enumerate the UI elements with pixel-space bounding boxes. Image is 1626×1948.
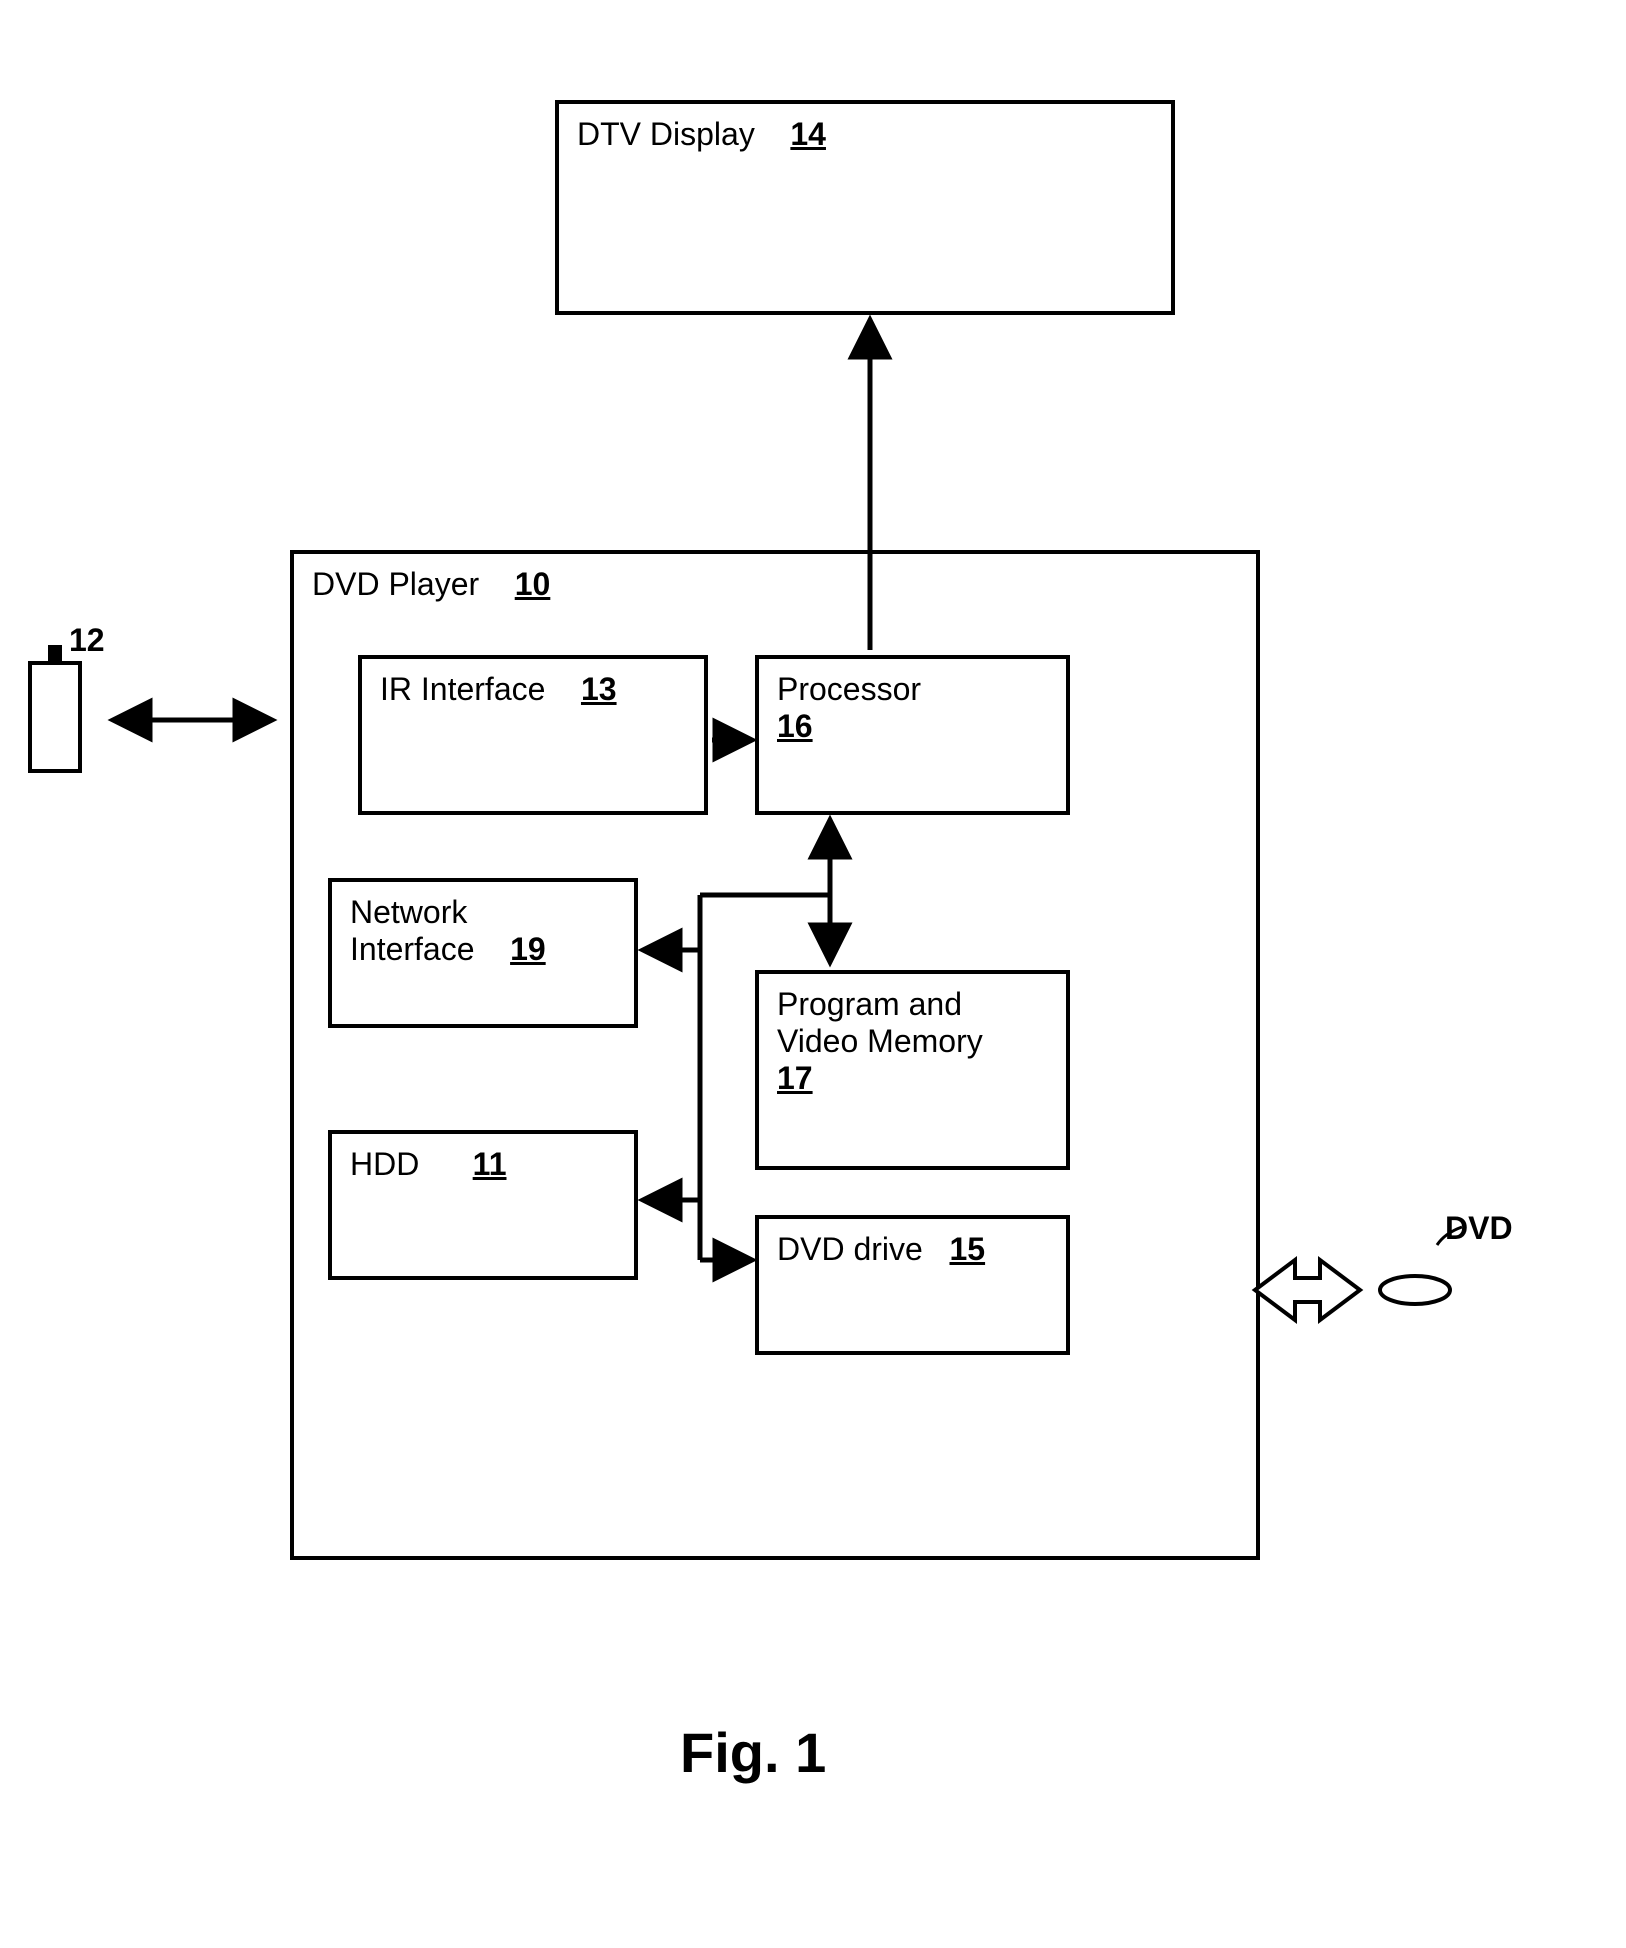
- ir-interface-box: IR Interface 13: [358, 655, 708, 815]
- network-interface-title2: Interface: [350, 931, 475, 967]
- dtv-display-box: DTV Display 14: [555, 100, 1175, 315]
- dvd-drive-title: DVD drive: [777, 1231, 923, 1267]
- memory-title1: Program and: [777, 986, 962, 1022]
- processor-num: 16: [777, 708, 813, 744]
- diagram-canvas: DTV Display 14 DVD Player 10 IR Interfac…: [0, 0, 1626, 1948]
- hdd-num: 11: [473, 1146, 507, 1182]
- dvd-player-num: 10: [515, 566, 551, 602]
- remote-number-label: 12: [69, 622, 105, 659]
- memory-box: Program and Video Memory 17: [755, 970, 1070, 1170]
- processor-title: Processor: [777, 671, 921, 707]
- remote-body-icon: [30, 663, 80, 771]
- network-interface-num: 19: [510, 931, 546, 967]
- memory-num: 17: [777, 1060, 813, 1096]
- dvd-player-title: DVD Player: [312, 566, 479, 602]
- dvddrive-to-disc-open-arrow: [1255, 1260, 1360, 1320]
- hdd-box: HDD 11: [328, 1130, 638, 1280]
- dvd-disc-icon: [1380, 1276, 1450, 1304]
- network-interface-title1: Network: [350, 894, 467, 930]
- processor-box: Processor 16: [755, 655, 1070, 815]
- dvd-drive-num: 15: [949, 1231, 985, 1267]
- network-interface-box: Network Interface 19: [328, 878, 638, 1028]
- dtv-display-title: DTV Display: [577, 116, 755, 152]
- ir-interface-title: IR Interface: [380, 671, 545, 707]
- hdd-title: HDD: [350, 1146, 419, 1182]
- dtv-display-num: 14: [790, 116, 826, 152]
- ir-interface-num: 13: [581, 671, 617, 707]
- figure-caption: Fig. 1: [680, 1720, 826, 1785]
- memory-title2: Video Memory: [777, 1023, 983, 1059]
- remote-antenna-icon: [48, 645, 62, 663]
- dvd-disc-label: DVD: [1445, 1210, 1513, 1247]
- dvd-drive-box: DVD drive 15: [755, 1215, 1070, 1355]
